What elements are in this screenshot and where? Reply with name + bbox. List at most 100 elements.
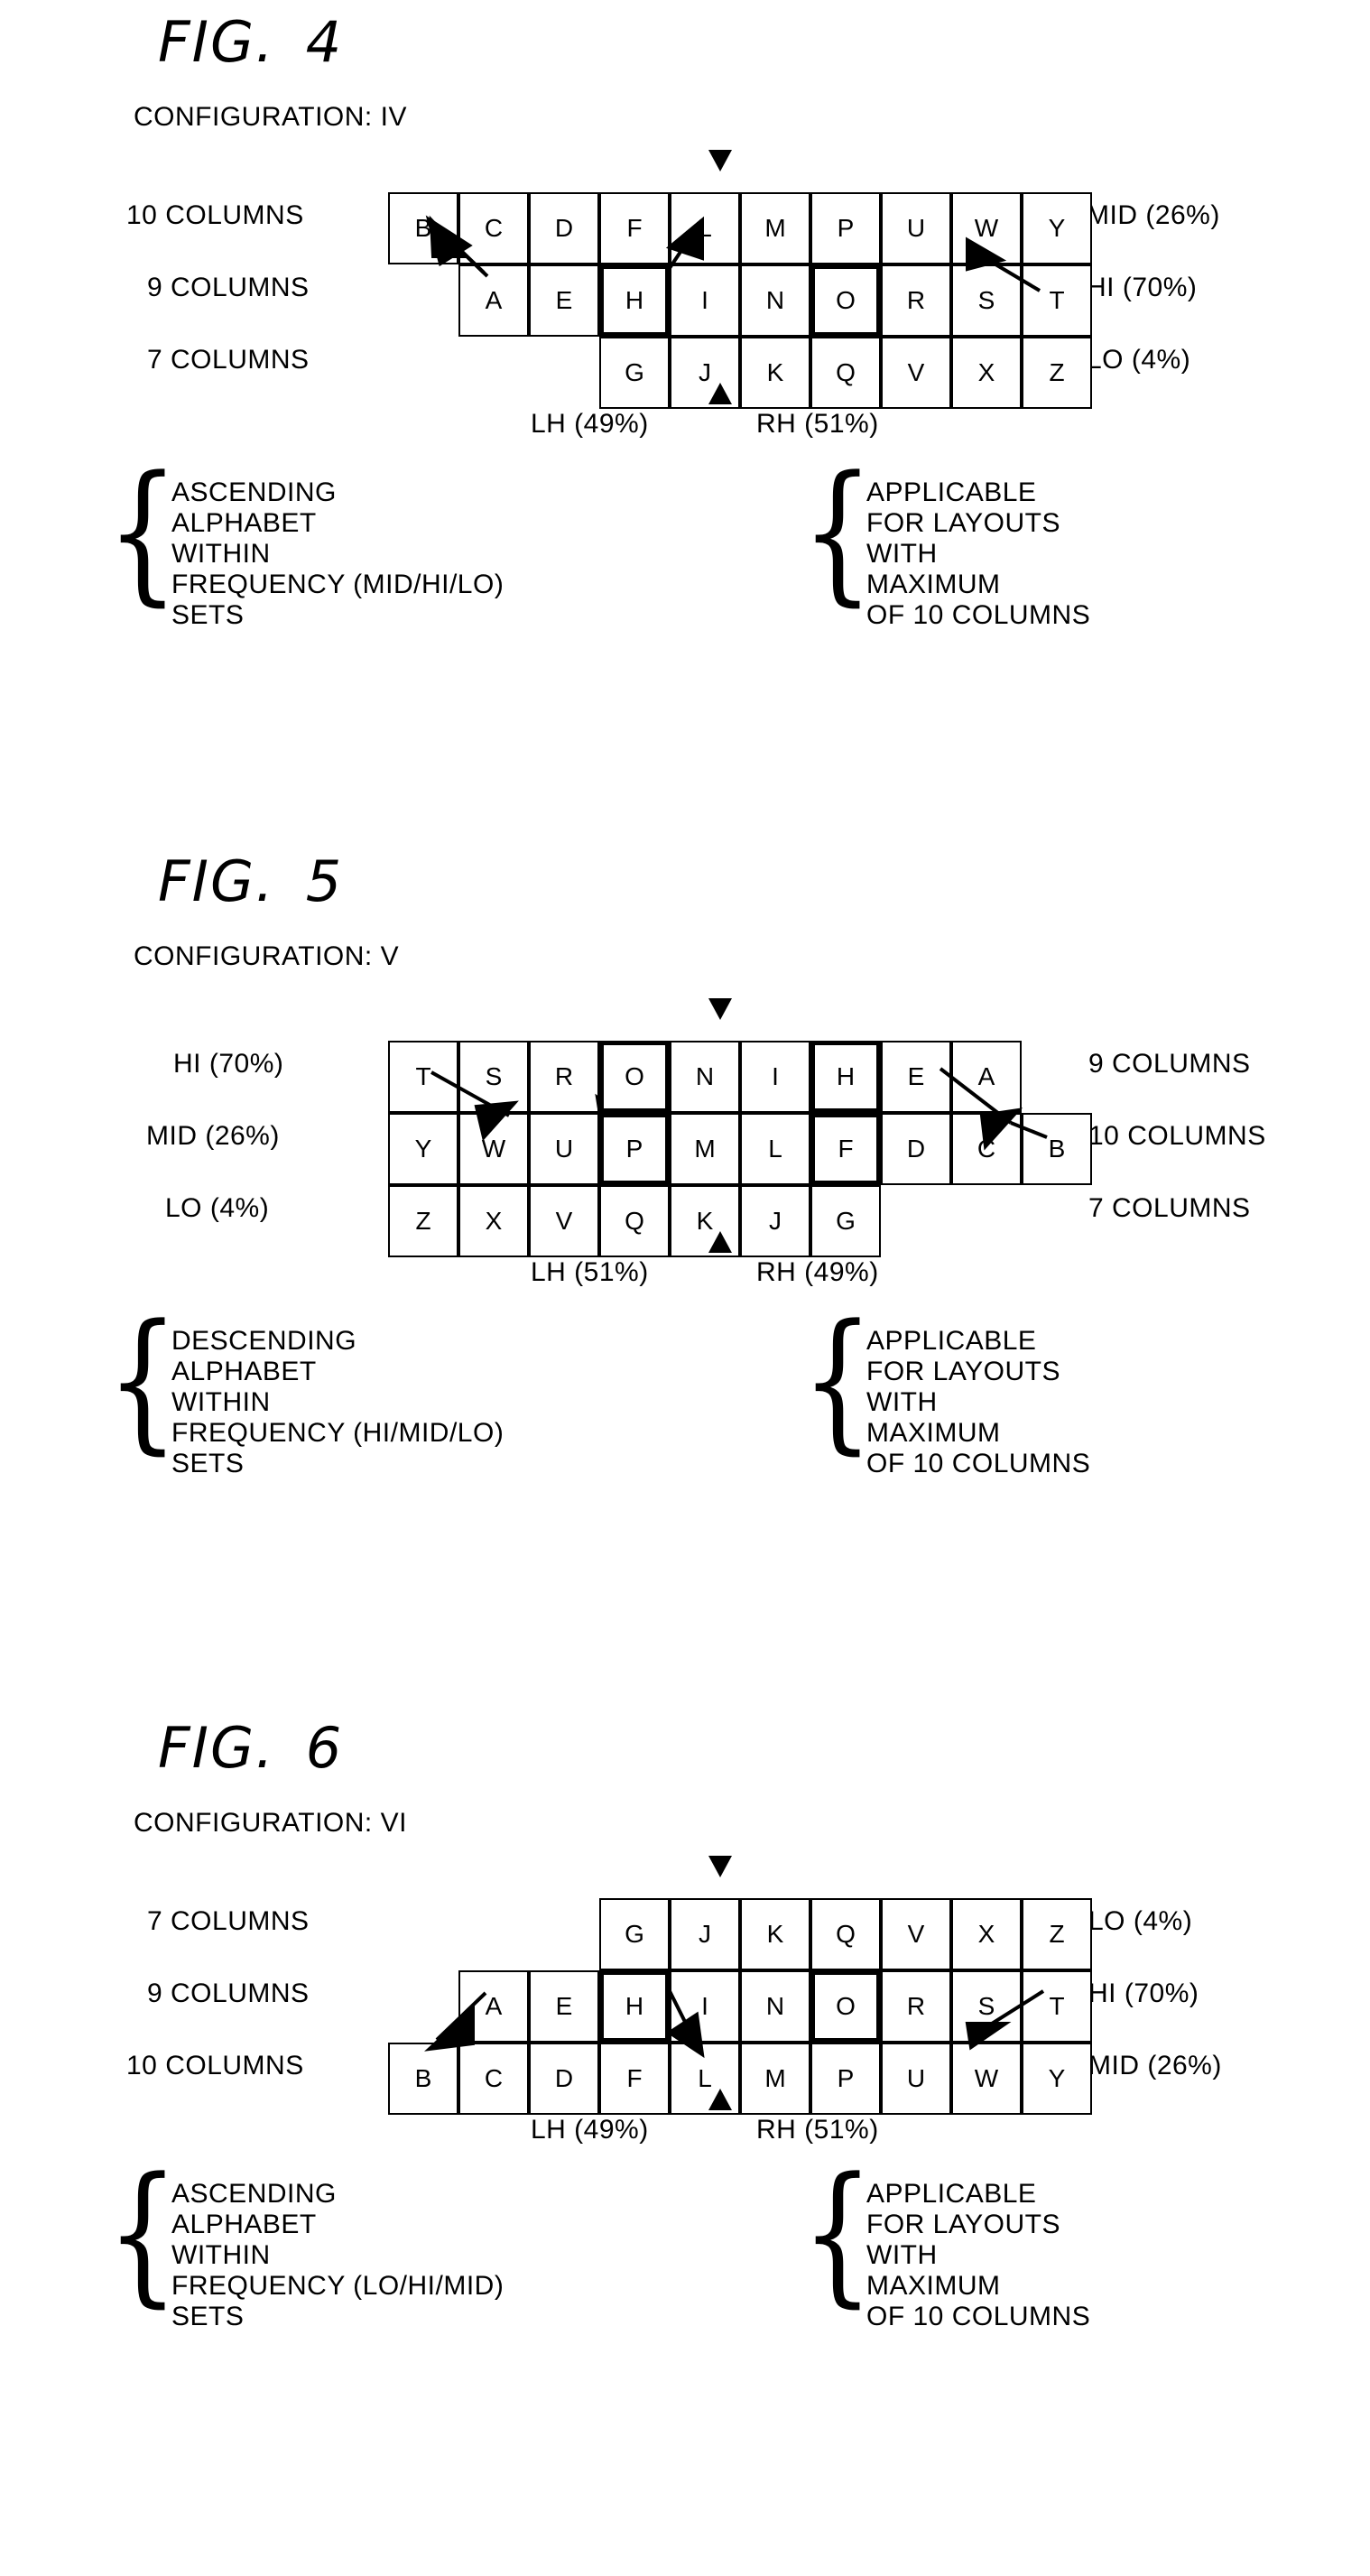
key-c[interactable]: C bbox=[458, 2043, 529, 2115]
key-f[interactable]: F bbox=[599, 192, 670, 264]
key-m[interactable]: M bbox=[740, 192, 810, 264]
note-line: ASCENDING bbox=[171, 2179, 337, 2209]
key-j[interactable]: J bbox=[670, 1898, 740, 1970]
note-line: SETS bbox=[171, 2302, 245, 2331]
key-h[interactable]: H bbox=[599, 264, 670, 337]
key-s[interactable]: S bbox=[458, 1041, 529, 1113]
key-n[interactable]: N bbox=[670, 1041, 740, 1113]
key-u[interactable]: U bbox=[881, 192, 951, 264]
key-s[interactable]: S bbox=[951, 264, 1022, 337]
note-line: WITH bbox=[866, 1387, 938, 1417]
key-f[interactable]: F bbox=[599, 2043, 670, 2115]
key-x[interactable]: X bbox=[951, 1898, 1022, 1970]
key-w[interactable]: W bbox=[951, 192, 1022, 264]
key-n[interactable]: N bbox=[740, 264, 810, 337]
figure-4-left-hand-label: LH (49%) bbox=[531, 409, 649, 439]
left-brace-icon: { bbox=[106, 2145, 180, 2321]
key-l[interactable]: L bbox=[670, 192, 740, 264]
key-h[interactable]: H bbox=[599, 1970, 670, 2043]
figure-6-right-hand-label: RH (51%) bbox=[756, 2115, 879, 2145]
key-i[interactable]: I bbox=[740, 1041, 810, 1113]
figure-6-title-number: 6 bbox=[305, 1715, 344, 1781]
key-a[interactable]: A bbox=[951, 1041, 1022, 1113]
figure-6-row-3-right-label: MID (26%) bbox=[1088, 2051, 1222, 2080]
key-b[interactable]: B bbox=[1022, 1113, 1092, 1185]
key-p[interactable]: P bbox=[810, 192, 881, 264]
key-x[interactable]: X bbox=[951, 337, 1022, 409]
key-o[interactable]: O bbox=[599, 1041, 670, 1113]
key-g[interactable]: G bbox=[810, 1185, 881, 1257]
note-line: ALPHABET bbox=[171, 508, 317, 538]
key-t[interactable]: T bbox=[388, 1041, 458, 1113]
note-line: APPLICABLE bbox=[866, 477, 1037, 507]
key-g[interactable]: G bbox=[599, 1898, 670, 1970]
key-s[interactable]: S bbox=[951, 1970, 1022, 2043]
key-t[interactable]: T bbox=[1022, 1970, 1092, 2043]
key-h[interactable]: H bbox=[810, 1041, 881, 1113]
key-w[interactable]: W bbox=[951, 2043, 1022, 2115]
note-line: ALPHABET bbox=[171, 1357, 317, 1386]
key-d[interactable]: D bbox=[881, 1113, 951, 1185]
key-r[interactable]: R bbox=[529, 1041, 599, 1113]
key-z[interactable]: Z bbox=[1022, 337, 1092, 409]
key-t[interactable]: T bbox=[1022, 264, 1092, 337]
note-line: ASCENDING bbox=[171, 477, 337, 507]
key-e[interactable]: E bbox=[881, 1041, 951, 1113]
key-q[interactable]: Q bbox=[810, 337, 881, 409]
key-q[interactable]: Q bbox=[810, 1898, 881, 1970]
key-u[interactable]: U bbox=[529, 1113, 599, 1185]
key-v[interactable]: V bbox=[881, 1898, 951, 1970]
key-u[interactable]: U bbox=[881, 2043, 951, 2115]
figure-5-row-1-left-label: HI (70%) bbox=[173, 1049, 284, 1079]
key-c[interactable]: C bbox=[458, 192, 529, 264]
figure-4-right-hand-label: RH (51%) bbox=[756, 409, 879, 439]
key-c[interactable]: C bbox=[951, 1113, 1022, 1185]
key-r[interactable]: R bbox=[881, 264, 951, 337]
key-x[interactable]: X bbox=[458, 1185, 529, 1257]
key-a[interactable]: A bbox=[458, 264, 529, 337]
key-y[interactable]: Y bbox=[1022, 192, 1092, 264]
key-v[interactable]: V bbox=[881, 337, 951, 409]
key-v[interactable]: V bbox=[529, 1185, 599, 1257]
key-g[interactable]: G bbox=[599, 337, 670, 409]
note-line: FREQUENCY (LO/HI/MID) bbox=[171, 2271, 504, 2301]
figure-4-title: FIG. 4 bbox=[158, 9, 343, 75]
key-e[interactable]: E bbox=[529, 264, 599, 337]
key-e[interactable]: E bbox=[529, 1970, 599, 2043]
key-m[interactable]: M bbox=[670, 1113, 740, 1185]
key-b[interactable]: B bbox=[388, 2043, 458, 2115]
note-line: WITHIN bbox=[171, 1387, 271, 1417]
key-o[interactable]: O bbox=[810, 264, 881, 337]
key-p[interactable]: P bbox=[599, 1113, 670, 1185]
note-line: ALPHABET bbox=[171, 2210, 317, 2239]
key-l[interactable]: L bbox=[740, 1113, 810, 1185]
key-m[interactable]: M bbox=[740, 2043, 810, 2115]
key-z[interactable]: Z bbox=[388, 1185, 458, 1257]
key-f[interactable]: F bbox=[810, 1113, 881, 1185]
key-a[interactable]: A bbox=[458, 1970, 529, 2043]
figure-5-title-prefix: FIG. bbox=[158, 848, 275, 914]
figure-4-left-note: ASCENDING ALPHABET WITHIN FREQUENCY (MID… bbox=[171, 477, 504, 631]
key-y[interactable]: Y bbox=[1022, 2043, 1092, 2115]
key-r[interactable]: R bbox=[881, 1970, 951, 2043]
key-i[interactable]: I bbox=[670, 1970, 740, 2043]
key-q[interactable]: Q bbox=[599, 1185, 670, 1257]
key-n[interactable]: N bbox=[740, 1970, 810, 2043]
key-i[interactable]: I bbox=[670, 264, 740, 337]
key-o[interactable]: O bbox=[810, 1970, 881, 2043]
key-k[interactable]: K bbox=[740, 1898, 810, 1970]
key-b[interactable]: B bbox=[388, 192, 458, 264]
figure-5-right-note: APPLICABLE FOR LAYOUTS WITH MAXIMUM OF 1… bbox=[866, 1326, 1090, 1479]
figure-5-row-1-right-label: 9 COLUMNS bbox=[1088, 1049, 1251, 1079]
note-line: FOR LAYOUTS bbox=[866, 2210, 1060, 2239]
key-d[interactable]: D bbox=[529, 2043, 599, 2115]
key-y[interactable]: Y bbox=[388, 1113, 458, 1185]
key-j[interactable]: J bbox=[740, 1185, 810, 1257]
key-p[interactable]: P bbox=[810, 2043, 881, 2115]
key-d[interactable]: D bbox=[529, 192, 599, 264]
key-w[interactable]: W bbox=[458, 1113, 529, 1185]
figure-6-row-3-left-label: 10 COLUMNS bbox=[126, 2051, 304, 2080]
key-z[interactable]: Z bbox=[1022, 1898, 1092, 1970]
figure-4-row-1-right-label: MID (26%) bbox=[1087, 200, 1220, 230]
key-k[interactable]: K bbox=[740, 337, 810, 409]
